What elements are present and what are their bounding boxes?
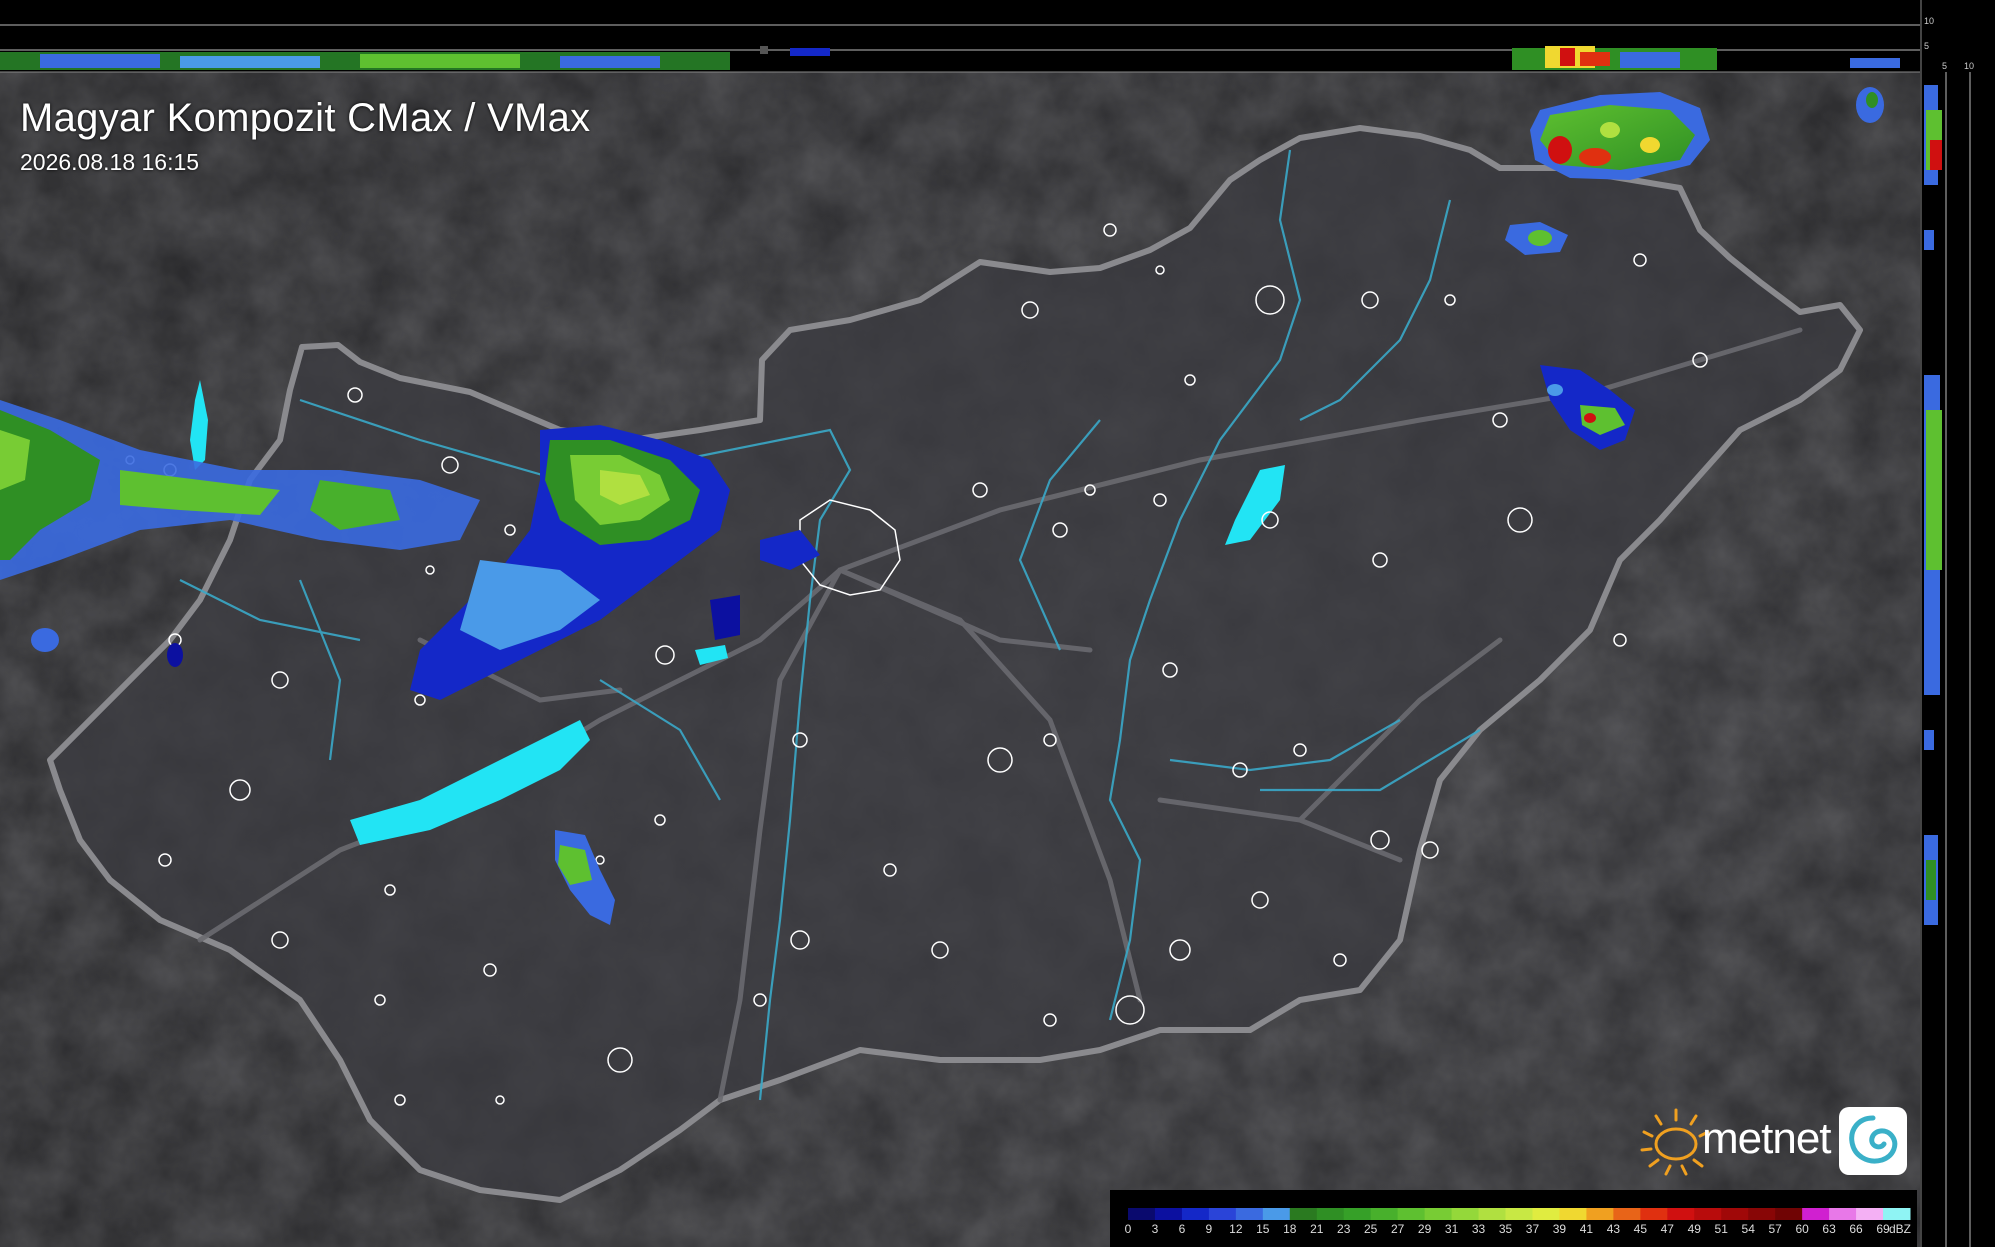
- legend-tick-label: 15: [1256, 1222, 1270, 1236]
- legend-swatch: [1559, 1208, 1587, 1220]
- legend-tick-label: 25: [1364, 1222, 1378, 1236]
- legend-tick-label: 66: [1849, 1222, 1863, 1236]
- legend-swatch: [1802, 1208, 1830, 1220]
- legend-color-bar: [1128, 1208, 1911, 1220]
- legend-swatch: [1883, 1208, 1911, 1220]
- legend-tick-label: 21: [1310, 1222, 1324, 1236]
- legend-swatch: [1262, 1208, 1291, 1220]
- metnet-logo: metnet: [1636, 1104, 1908, 1180]
- map-title: Magyar Kompozit CMax / VMax: [20, 96, 591, 140]
- legend-swatch: [1128, 1208, 1156, 1220]
- legend-tick-label: 57: [1768, 1222, 1782, 1236]
- legend-tick-label: 31: [1444, 1222, 1459, 1236]
- legend-tick-label: 54: [1741, 1222, 1755, 1236]
- legend-swatch: [1721, 1208, 1749, 1220]
- legend-swatch: [1289, 1208, 1318, 1220]
- legend-swatch: [1181, 1208, 1210, 1220]
- top-tick-5: 5: [1924, 41, 1929, 51]
- legend-tick-label: 6: [1178, 1222, 1186, 1236]
- legend-tick-label: 69: [1876, 1222, 1890, 1236]
- legend-tick-label: 9: [1205, 1222, 1213, 1236]
- swirl-icon: [1839, 1107, 1907, 1175]
- legend-tick-label: 60: [1795, 1222, 1809, 1236]
- legend-swatch: [1424, 1208, 1453, 1220]
- right-tick-5: 5: [1942, 61, 1947, 71]
- legend-swatch: [1478, 1208, 1507, 1220]
- legend-tick-label: 29: [1417, 1222, 1432, 1236]
- title-block: Magyar Kompozit CMax / VMax 2026.08.18 1…: [20, 96, 590, 176]
- legend-swatch: [1613, 1208, 1641, 1220]
- legend-tick-label: 37: [1525, 1222, 1540, 1236]
- legend-tick-label: 35: [1498, 1222, 1513, 1236]
- legend-swatch: [1856, 1208, 1884, 1220]
- legend-tick-label: 41: [1579, 1222, 1594, 1236]
- legend-tick-label: 49: [1687, 1222, 1701, 1236]
- dbz-legend: 0 3 6 9 12 15 18 21 23 25 27 29 31 33 35 37 39 41 43 45 47 49…: [1110, 1190, 1917, 1247]
- right-tick-10: 10: [1964, 61, 1974, 71]
- legend-swatch: [1316, 1208, 1345, 1220]
- radar-map: 10 5 5 10: [0, 0, 1995, 1247]
- legend-swatch: [1154, 1208, 1183, 1220]
- legend-tick-label: 39: [1552, 1222, 1567, 1236]
- legend-swatch: [1235, 1208, 1264, 1220]
- legend-tick-label: 12: [1229, 1222, 1243, 1236]
- legend-tick-label: 33: [1471, 1222, 1486, 1236]
- legend-tick-label: 63: [1822, 1222, 1836, 1236]
- legend-tick-label: 43: [1606, 1222, 1621, 1236]
- legend-tick-label: 47: [1660, 1222, 1674, 1236]
- legend-swatch: [1586, 1208, 1614, 1220]
- legend-swatch: [1829, 1208, 1857, 1220]
- legend-swatch: [1451, 1208, 1480, 1220]
- legend-unit: dBZ: [1888, 1222, 1911, 1236]
- legend-swatch: [1532, 1208, 1560, 1220]
- legend-tick-label: 45: [1633, 1222, 1648, 1236]
- legend-tick-label: 23: [1337, 1222, 1351, 1236]
- legend-swatch: [1748, 1208, 1776, 1220]
- legend-tick-label: 51: [1714, 1222, 1728, 1236]
- top-tick-10: 10: [1924, 16, 1934, 26]
- legend-swatch: [1640, 1208, 1668, 1220]
- legend-tick-label: 0: [1124, 1222, 1132, 1236]
- brand-wordmark: metnet: [1702, 1114, 1832, 1163]
- legend-swatch: [1343, 1208, 1372, 1220]
- legend-swatch: [1667, 1208, 1695, 1220]
- legend-tick-label: 27: [1390, 1222, 1405, 1236]
- map-timestamp: 2026.08.18 16:15: [20, 149, 200, 175]
- legend-swatch: [1370, 1208, 1399, 1220]
- legend-swatch: [1208, 1208, 1237, 1220]
- legend-swatch: [1505, 1208, 1533, 1220]
- legend-tick-label: 3: [1151, 1222, 1159, 1236]
- legend-swatch: [1694, 1208, 1722, 1220]
- legend-swatch: [1397, 1208, 1426, 1220]
- legend-swatch: [1775, 1208, 1803, 1220]
- legend-tick-label: 18: [1283, 1222, 1297, 1236]
